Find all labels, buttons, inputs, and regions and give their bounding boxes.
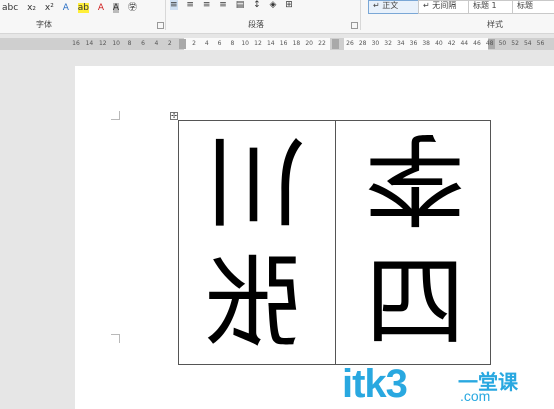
ruler-number: 36: [409, 40, 418, 47]
shading-button[interactable]: ◈: [270, 0, 277, 10]
ruler-number: 2: [192, 40, 196, 47]
ruler-indent-marker[interactable]: [179, 39, 186, 49]
superscript-button[interactable]: x²: [45, 3, 54, 13]
text-effects-button[interactable]: A: [63, 3, 69, 13]
distributed-button[interactable]: ▤: [236, 0, 245, 10]
font-color-button[interactable]: A: [98, 3, 104, 13]
ruler-number: 14: [266, 40, 275, 47]
ruler-number: 50: [498, 40, 507, 47]
style-heading-1[interactable]: 标题 1: [468, 0, 516, 14]
ruler-number: 26: [346, 40, 354, 47]
margin-corner-mark: [111, 334, 120, 343]
ruler-number: 10: [112, 40, 121, 47]
ruler-number: 12: [254, 40, 262, 47]
group-separator: [360, 0, 361, 30]
line-spacing-button[interactable]: ↕: [253, 0, 261, 10]
ruler-number: 34: [396, 40, 405, 47]
table-cell-char[interactable]: 川: [195, 123, 315, 240]
highlight-button[interactable]: ab: [77, 3, 89, 13]
font-toolbar: abc x₂ x² A ab A A ㊫: [2, 0, 143, 14]
char-shading-button[interactable]: A: [112, 3, 120, 13]
enclose-char-button[interactable]: ㊫: [128, 0, 137, 13]
margin-corner-mark: [111, 111, 120, 120]
ruler-number: 20: [305, 40, 314, 47]
ruler-number: 10: [241, 40, 250, 47]
ruler-number: 38: [422, 40, 431, 47]
watermark-domain: .com: [460, 388, 491, 404]
ruler-number: 42: [447, 40, 456, 47]
ruler-number: 4: [204, 40, 209, 47]
subscript-button[interactable]: x₂: [27, 3, 36, 13]
font-dialog-launcher[interactable]: [157, 22, 164, 29]
ruler-number: 44: [460, 40, 469, 47]
justify-button[interactable]: ≡: [219, 0, 227, 10]
paragraph-dialog-launcher[interactable]: [351, 22, 358, 29]
align-center-button[interactable]: ≡: [186, 0, 194, 10]
table[interactable]: 川 李 张 四: [178, 119, 491, 365]
ruler-number: 56: [536, 40, 545, 47]
table-cell-char[interactable]: 李: [355, 119, 475, 236]
ruler-number: 2: [167, 40, 172, 47]
table-cell-char[interactable]: 四: [355, 244, 475, 361]
style-no-spacing[interactable]: ↵ 无间隔: [418, 0, 472, 14]
ruler-number: 12: [98, 40, 107, 47]
ruler-number: 6: [141, 40, 145, 47]
ruler-number: 46: [473, 40, 481, 47]
group-separator: [165, 0, 166, 30]
align-right-button[interactable]: ≡: [203, 0, 211, 10]
borders-button[interactable]: ⊞: [285, 0, 293, 10]
ruler-number: 48: [485, 40, 494, 47]
ruler-number: 6: [217, 40, 222, 47]
ruler-number: 22: [318, 40, 326, 47]
ruler-number: 18: [292, 40, 301, 47]
ruler-column-marker[interactable]: [332, 39, 339, 49]
ruler-number: 14: [85, 40, 94, 47]
ruler-number: 32: [384, 40, 392, 47]
ruler-number: 8: [230, 40, 235, 47]
ribbon: abc x₂ x² A ab A A ㊫ 字体 ≡ ≡ ≡ ≡ ▤ ↕ ◈ ⊞ …: [0, 0, 554, 34]
ruler-number: 16: [279, 40, 288, 47]
horizontal-ruler[interactable]: 16 14 12 10 8 6 4 2 2 4 6 8 10 12 14 16 18 20 22 26 28 30 32 34…: [0, 38, 554, 50]
paragraph-toolbar: ≡ ≡ ≡ ≡ ▤ ↕ ◈ ⊞: [170, 0, 299, 14]
ruler-number: 28: [358, 40, 367, 47]
ruler-number: 54: [523, 40, 532, 47]
ruler-number: 40: [435, 40, 443, 47]
align-left-button[interactable]: ≡: [170, 0, 178, 10]
table-column-divider: [335, 121, 336, 364]
watermark-logo: itk3: [342, 362, 408, 406]
style-normal[interactable]: ↵ 正文: [368, 0, 422, 14]
styles-group-label: 样式: [487, 20, 503, 29]
strikethrough-button[interactable]: abc: [2, 3, 18, 13]
ruler-number: 8: [127, 40, 132, 47]
font-group-label: 字体: [36, 20, 52, 29]
table-move-handle[interactable]: ✢: [170, 112, 178, 120]
paragraph-group-label: 段落: [248, 20, 264, 29]
table-cell-char[interactable]: 张: [195, 244, 315, 361]
ruler-number: 16: [72, 40, 80, 47]
ruler-number: 4: [154, 40, 159, 47]
style-heading-2[interactable]: 标题: [512, 0, 554, 14]
ruler-number: 30: [371, 40, 380, 47]
ruler-number: 52: [511, 40, 519, 47]
